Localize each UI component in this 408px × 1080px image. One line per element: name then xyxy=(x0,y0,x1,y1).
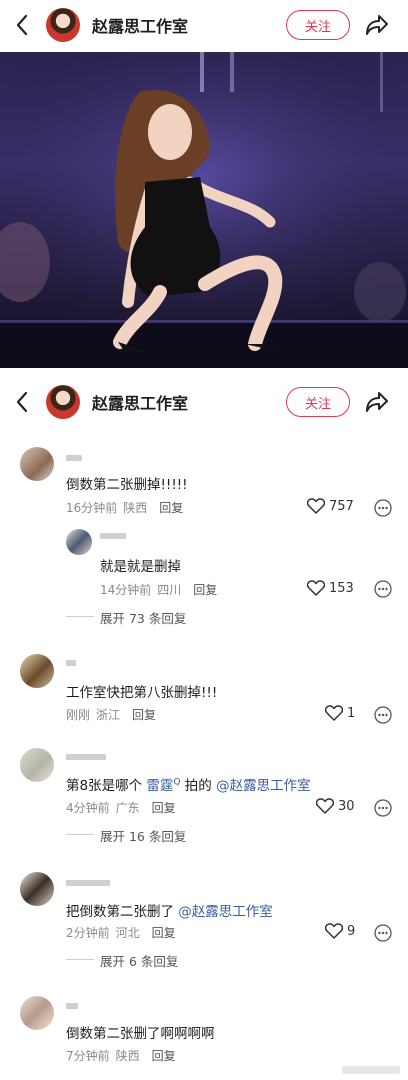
comment-time: 2分钟前 xyxy=(66,926,110,940)
like-button[interactable]: 30 xyxy=(316,798,355,814)
like-count: 1 xyxy=(347,705,356,721)
comment-location: 陕西 xyxy=(123,501,148,515)
comment-location: 陕西 xyxy=(115,1049,140,1063)
back-button[interactable] xyxy=(0,377,44,427)
like-button[interactable]: 153 xyxy=(307,580,354,596)
heart-outline-icon xyxy=(307,498,325,514)
reply-button[interactable]: 回复 xyxy=(152,926,176,940)
like-count: 9 xyxy=(347,923,356,939)
comment-text-part: 拍的 xyxy=(180,778,217,794)
commenter-avatar[interactable] xyxy=(20,748,54,782)
comment-meta: 刚刚 浙江 回复 xyxy=(66,706,162,723)
more-circle-icon[interactable] xyxy=(374,499,392,517)
like-button[interactable]: 1 xyxy=(325,705,355,721)
back-button[interactable] xyxy=(0,0,44,50)
reply-button[interactable]: 回复 xyxy=(152,801,176,815)
commenter-name-blurred xyxy=(100,533,126,539)
commenter-name-blurred xyxy=(66,660,76,666)
account-avatar[interactable] xyxy=(46,8,80,42)
heart-outline-icon xyxy=(325,705,343,721)
like-count: 153 xyxy=(329,580,354,596)
mention-link[interactable]: @赵露思工作室 xyxy=(178,904,273,920)
follow-button[interactable]: 关注 xyxy=(286,10,350,40)
comment-time: 7分钟前 xyxy=(66,1049,110,1063)
comment-time: 4分钟前 xyxy=(66,801,110,815)
expand-replies-button[interactable]: 展开 73 条回复 xyxy=(100,608,186,627)
expand-replies-button[interactable]: 展开 16 条回复 xyxy=(100,826,186,845)
mention-link[interactable]: @赵露思工作室 xyxy=(216,778,311,794)
comment-meta: 16分钟前 陕西 回复 xyxy=(66,499,189,516)
commenter-name-blurred xyxy=(66,455,82,461)
comment-location: 浙江 xyxy=(96,708,121,722)
commenter-avatar[interactable] xyxy=(20,872,54,906)
share-button[interactable] xyxy=(364,389,390,415)
chevron-left-icon xyxy=(16,14,28,36)
comment-time: 刚刚 xyxy=(66,708,91,722)
expand-divider xyxy=(66,834,94,835)
expand-divider xyxy=(66,616,94,617)
comment-time: 16分钟前 xyxy=(66,501,118,515)
comment-location: 广东 xyxy=(115,801,140,815)
reply-button[interactable]: 回复 xyxy=(152,1049,176,1063)
comment-text: 把倒数第二张删了 @赵露思工作室 xyxy=(66,900,273,920)
comment-meta: 2分钟前 河北 回复 xyxy=(66,924,182,941)
follow-button[interactable]: 关注 xyxy=(286,387,350,417)
like-count: 757 xyxy=(329,498,354,514)
commenter-avatar[interactable] xyxy=(66,529,92,555)
commenter-name-blurred xyxy=(66,1003,78,1009)
reply-button[interactable]: 回复 xyxy=(132,708,156,722)
reply-button[interactable]: 回复 xyxy=(193,583,217,597)
more-circle-icon[interactable] xyxy=(374,580,392,598)
comment-text-part: 第8张是哪个 xyxy=(66,778,147,794)
account-avatar[interactable] xyxy=(46,385,80,419)
share-button[interactable] xyxy=(364,12,390,38)
comment-location: 四川 xyxy=(157,583,182,597)
account-name[interactable]: 赵露思工作室 xyxy=(92,390,286,414)
more-circle-icon[interactable] xyxy=(374,799,392,817)
comment-text: 工作室快把第八张删掉!!! xyxy=(66,685,218,701)
comment-text: 倒数第二张删掉!!!!! xyxy=(66,477,188,493)
like-count: 30 xyxy=(338,798,355,814)
commenter-avatar[interactable] xyxy=(20,447,54,481)
commenter-avatar[interactable] xyxy=(20,996,54,1030)
top-header: 赵露思工作室 关注 xyxy=(0,0,408,50)
more-circle-icon[interactable] xyxy=(374,706,392,724)
chevron-left-icon xyxy=(16,391,28,413)
comment-location: 河北 xyxy=(115,926,140,940)
account-name[interactable]: 赵露思工作室 xyxy=(92,13,286,37)
heart-outline-icon xyxy=(325,923,343,939)
heart-outline-icon xyxy=(307,580,325,596)
comment-time: 14分钟前 xyxy=(100,583,152,597)
name-search-link[interactable]: 雷霆 xyxy=(146,778,173,794)
comment-meta: 4分钟前 广东 回复 xyxy=(66,799,182,816)
watermark-blurred xyxy=(342,1062,402,1076)
commenter-avatar[interactable] xyxy=(20,654,54,688)
heart-outline-icon xyxy=(316,798,334,814)
comment-text: 第8张是哪个 雷霆Q 拍的 @赵露思工作室 xyxy=(66,774,311,795)
commenter-name-blurred xyxy=(66,754,106,760)
comment-meta: 7分钟前 陕西 回复 xyxy=(66,1047,182,1064)
more-circle-icon[interactable] xyxy=(374,924,392,942)
like-button[interactable]: 9 xyxy=(325,923,355,939)
comment-meta: 14分钟前 四川 回复 xyxy=(100,581,223,598)
share-arrow-icon xyxy=(366,392,388,412)
expand-replies-button[interactable]: 展开 6 条回复 xyxy=(100,951,178,970)
like-button[interactable]: 757 xyxy=(307,498,354,514)
commenter-name-blurred xyxy=(66,880,110,886)
comment-text-part: 把倒数第二张删了 xyxy=(66,904,179,920)
comment-text: 倒数第二张删了啊啊啊啊 xyxy=(66,1026,215,1042)
share-arrow-icon xyxy=(366,15,388,35)
post-photo[interactable] xyxy=(0,52,408,368)
expand-divider xyxy=(66,959,94,960)
comments-header: 赵露思工作室 关注 xyxy=(0,377,408,427)
comment-text: 就是就是删掉 xyxy=(100,559,181,575)
stage-performance-image xyxy=(0,52,408,368)
reply-button[interactable]: 回复 xyxy=(159,501,183,515)
